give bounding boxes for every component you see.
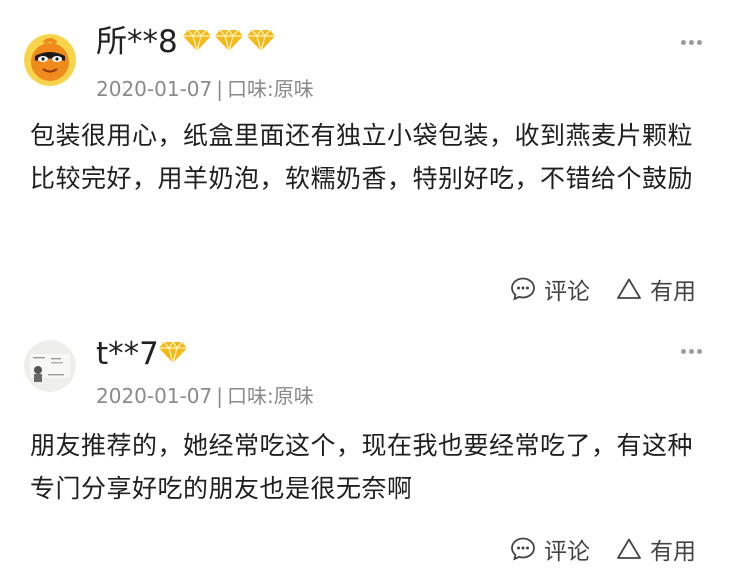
review-date: 2020-01-07 [96, 384, 213, 408]
username[interactable]: 所**8 [96, 24, 178, 60]
comment-button[interactable]: 评论 [510, 532, 590, 566]
diamond-icon [246, 28, 276, 52]
meta-separator: | [216, 384, 223, 408]
review-meta: 2020-01-07 | 口味:原味 [96, 76, 314, 102]
diamond-icon [214, 28, 244, 52]
review-content: 朋友推荐的，她经常吃这个，现在我也要经常吃了，有这种专门分享好吃的朋友也是很无奈… [30, 431, 694, 503]
more-options-icon[interactable] [681, 349, 702, 354]
comment-icon [511, 277, 535, 301]
review-meta: 2020-01-07 | 口味:原味 [96, 383, 314, 409]
user-avatar[interactable] [24, 340, 76, 392]
diamond-icon [182, 28, 212, 52]
review-content: 包装很用心，纸盒里面还有独立小袋包装，收到燕麦片颗粒比较完好，用羊奶泡，软糯奶香… [30, 121, 694, 193]
vip-badges [158, 340, 188, 364]
triangle-up-icon [617, 538, 641, 559]
photo-avatar-icon [24, 340, 76, 392]
comment-button[interactable]: 评论 [510, 272, 590, 306]
comment-label: 评论 [544, 539, 590, 565]
vip-badges [182, 28, 276, 52]
flavor-spec: 口味:原味 [226, 384, 314, 408]
review-date: 2020-01-07 [96, 77, 213, 101]
useful-button[interactable]: 有用 [616, 532, 696, 566]
review-item: t**7 2020-01-07 | 口味:原味 朋友推荐的，她经常吃这个，现在我也要… [0, 320, 730, 578]
useful-button[interactable]: 有用 [616, 272, 696, 306]
comment-label: 评论 [544, 279, 590, 305]
review-item: 所**8 2020-01-07 | 口味:原味 包装很用心，纸盒里面还有独立小袋包装… [0, 0, 730, 320]
useful-label: 有用 [650, 539, 696, 565]
triangle-up-icon [617, 278, 641, 299]
meta-separator: | [216, 77, 223, 101]
more-options-icon[interactable] [681, 40, 702, 45]
review-actions: 评论 有用 [510, 272, 696, 306]
username[interactable]: t**7 [96, 336, 159, 372]
diamond-icon [158, 340, 188, 364]
review-actions: 评论 有用 [510, 532, 696, 566]
user-avatar[interactable] [24, 34, 76, 86]
orange-mascot-avatar-icon [24, 34, 76, 86]
comment-icon [511, 537, 535, 561]
useful-label: 有用 [650, 279, 696, 305]
flavor-spec: 口味:原味 [226, 77, 314, 101]
